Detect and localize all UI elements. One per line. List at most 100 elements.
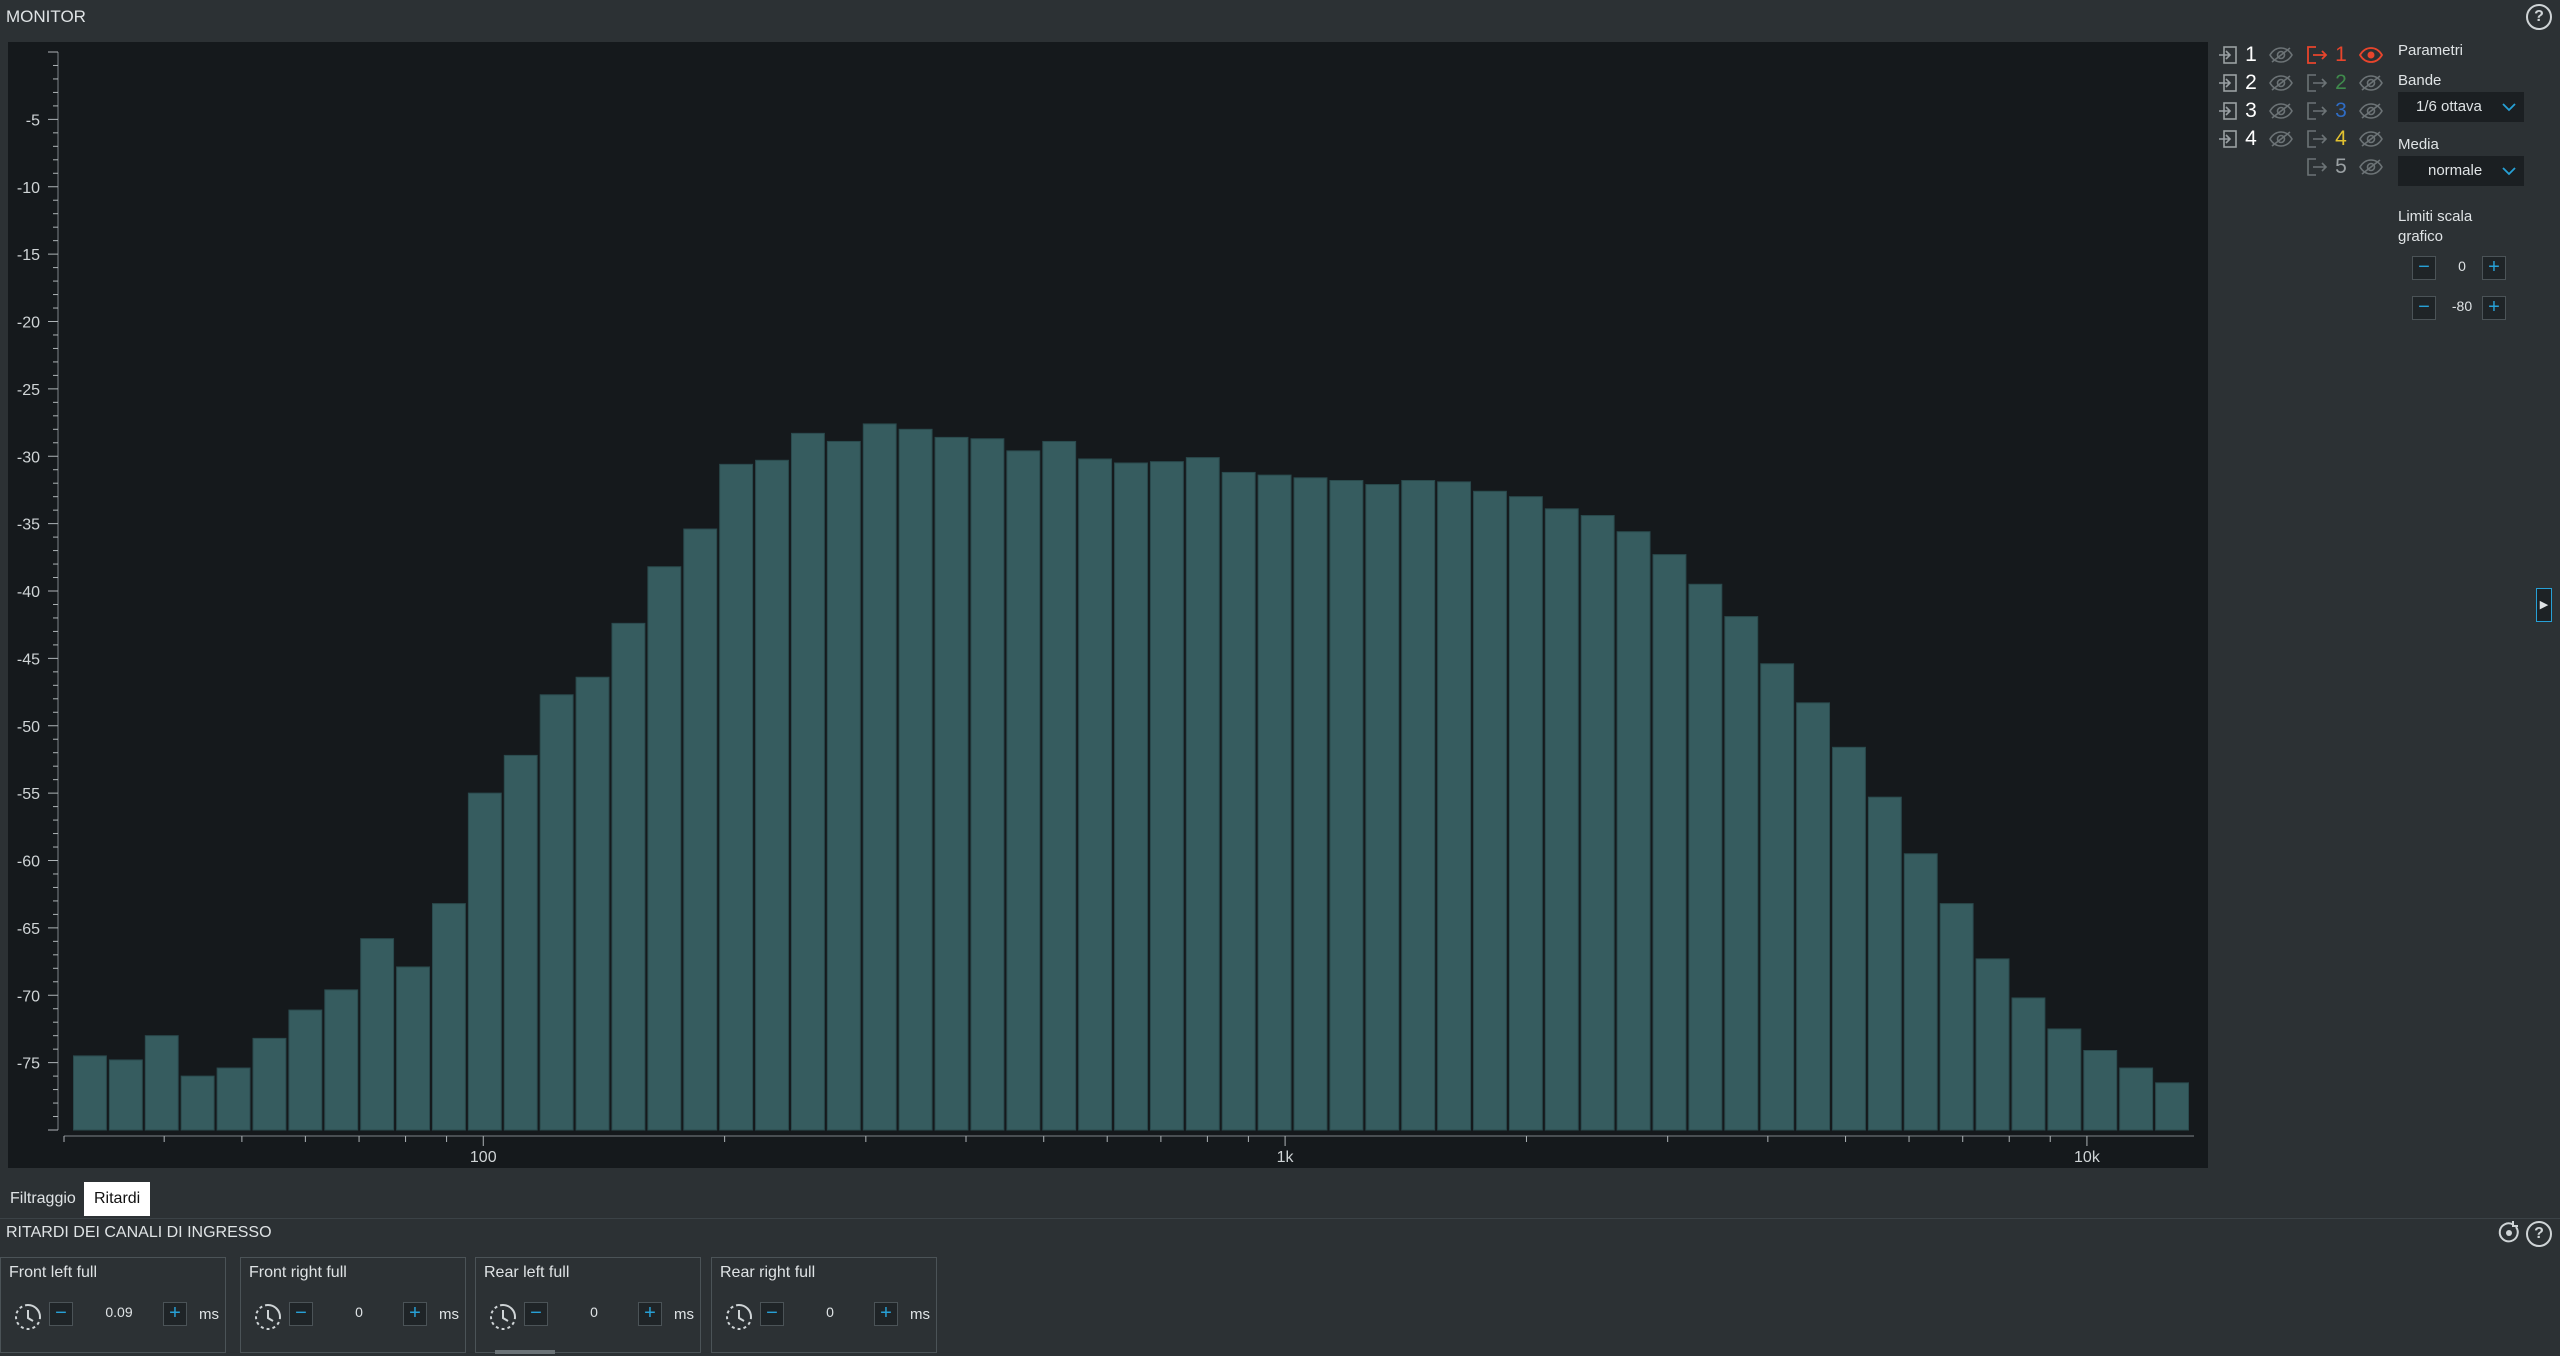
output-channel-5[interactable]: 5 [2306, 154, 2384, 180]
eye-off-icon[interactable] [2358, 74, 2384, 92]
reset-icon[interactable] [2496, 1220, 2522, 1251]
y-tick-label: -65 [17, 921, 40, 938]
panel-collapse-button[interactable]: ▶ [2536, 588, 2552, 622]
eye-off-icon[interactable] [2268, 46, 2294, 64]
output-channel-label: 2 [2335, 71, 2347, 94]
delay-value[interactable]: 0 [788, 1304, 872, 1320]
output-channel-1[interactable]: 1 [2306, 42, 2384, 68]
spectrum-bar [1903, 853, 1938, 1131]
x-tick-label: 10k [2074, 1149, 2101, 1166]
eye-off-icon[interactable] [2358, 102, 2384, 120]
spectrum-bar [790, 432, 825, 1131]
eye-off-icon[interactable] [2268, 74, 2294, 92]
help-icon[interactable]: ? [2526, 1221, 2552, 1247]
y-tick-label: -55 [17, 786, 40, 803]
increment-button[interactable]: + [163, 1302, 187, 1326]
x-tick-label: 100 [470, 1149, 497, 1166]
decrement-button[interactable]: − [2412, 296, 2436, 320]
increment-button[interactable]: + [638, 1302, 662, 1326]
spectrum-bar [216, 1067, 251, 1131]
spectrum-bar [360, 938, 395, 1131]
increment-button[interactable]: + [2482, 296, 2506, 320]
delay-clock-icon[interactable] [13, 1302, 43, 1332]
spectrum-chart-svg: -5 -10 -15 -20 -25 -30 -35 -40 -45 -50 -55 -60 -65 -7… [17, 51, 2194, 1166]
delay-stepper: − 0 + [524, 1300, 664, 1328]
y-tick-label: -15 [17, 247, 40, 264]
input-channel-1[interactable]: 1 [2218, 42, 2294, 68]
delay-stepper: − 0.09 + [49, 1300, 189, 1328]
spectrum-bar [1042, 440, 1077, 1131]
spectrum-bar [1078, 458, 1113, 1131]
tab-filtraggio[interactable]: Filtraggio [0, 1182, 86, 1216]
input-icon [2219, 130, 2237, 148]
help-icon[interactable]: ? [2526, 4, 2552, 30]
spectrum-bar [575, 676, 610, 1131]
y-tick-label: -10 [17, 180, 40, 197]
decrement-button[interactable]: − [49, 1302, 73, 1326]
media-dropdown[interactable]: normale [2398, 156, 2524, 186]
output-channel-2[interactable]: 2 [2306, 70, 2384, 96]
delay-channel-name: Front right full [249, 1264, 347, 1281]
output-icon [2307, 46, 2328, 64]
tab-ritardi[interactable]: Ritardi [84, 1182, 151, 1216]
spectrum-bar [2155, 1082, 2190, 1131]
decrement-button[interactable]: − [524, 1302, 548, 1326]
delay-card-rear-right: Rear right full − 0 + ms [711, 1257, 937, 1353]
spectrum-bar [73, 1055, 107, 1131]
eye-off-icon[interactable] [2358, 130, 2384, 148]
scale-max-value[interactable]: 0 [2440, 258, 2484, 274]
spectrum-bar [1257, 474, 1292, 1131]
input-channel-3[interactable]: 3 [2218, 98, 2294, 124]
decrement-button[interactable]: − [289, 1302, 313, 1326]
spectrum-bar [755, 459, 789, 1131]
spectrum-bar [324, 989, 359, 1131]
y-tick-label: -5 [26, 112, 40, 129]
increment-button[interactable]: + [403, 1302, 427, 1326]
spectrum-bar [1975, 958, 2010, 1131]
output-channel-4[interactable]: 4 [2306, 126, 2384, 152]
scale-limits-label: Limiti scala [2398, 208, 2473, 225]
media-label: Media [2398, 136, 2439, 153]
spectrum-bar [1867, 796, 1902, 1131]
delay-value[interactable]: 0 [552, 1304, 636, 1320]
output-channel-3[interactable]: 3 [2306, 98, 2384, 124]
spectrum-bar [252, 1037, 287, 1131]
input-channel-2[interactable]: 2 [2218, 70, 2294, 96]
delay-value[interactable]: 0 [317, 1304, 401, 1320]
delay-stepper: − 0 + [289, 1300, 429, 1328]
spectrum-bar [396, 966, 430, 1131]
spectrum-bar [611, 622, 646, 1131]
eye-icon[interactable] [2358, 46, 2384, 64]
increment-button[interactable]: + [2482, 256, 2506, 280]
spectrum-bar [539, 694, 574, 1131]
increment-button[interactable]: + [874, 1302, 898, 1326]
eye-off-icon[interactable] [2268, 102, 2294, 120]
input-icon [2219, 46, 2237, 64]
delay-unit: ms [910, 1306, 930, 1323]
spectrum-bar [1760, 663, 1795, 1131]
decrement-button[interactable]: − [760, 1302, 784, 1326]
spectrum-bar [2011, 997, 2046, 1131]
delay-clock-icon[interactable] [488, 1302, 518, 1332]
scale-min-value[interactable]: -80 [2440, 298, 2484, 314]
params-heading: Parametri [2398, 42, 2464, 59]
bands-dropdown[interactable]: 1/6 ottava [2398, 92, 2524, 122]
chevron-down-icon [2500, 156, 2518, 197]
delay-clock-icon[interactable] [253, 1302, 283, 1332]
delay-value[interactable]: 0.09 [77, 1304, 161, 1320]
spectrum-bar [826, 440, 861, 1131]
eye-off-icon[interactable] [2268, 130, 2294, 148]
eye-off-icon[interactable] [2358, 158, 2384, 176]
spectrum-bar [1221, 471, 1256, 1131]
spectrum-bar [2119, 1067, 2154, 1131]
title-bar: MONITOR ? [0, 0, 2560, 34]
horizontal-scrollbar[interactable] [495, 1350, 555, 1354]
spectrum-bar [1796, 702, 1831, 1131]
section-title: RITARDI DEI CANALI DI INGRESSO [6, 1224, 272, 1241]
spectrum-bar [862, 423, 897, 1131]
y-tick-label: -30 [17, 449, 40, 466]
delay-clock-icon[interactable] [724, 1302, 754, 1332]
input-channel-4[interactable]: 4 [2218, 126, 2294, 152]
spectrum-bar [647, 566, 682, 1131]
decrement-button[interactable]: − [2412, 256, 2436, 280]
